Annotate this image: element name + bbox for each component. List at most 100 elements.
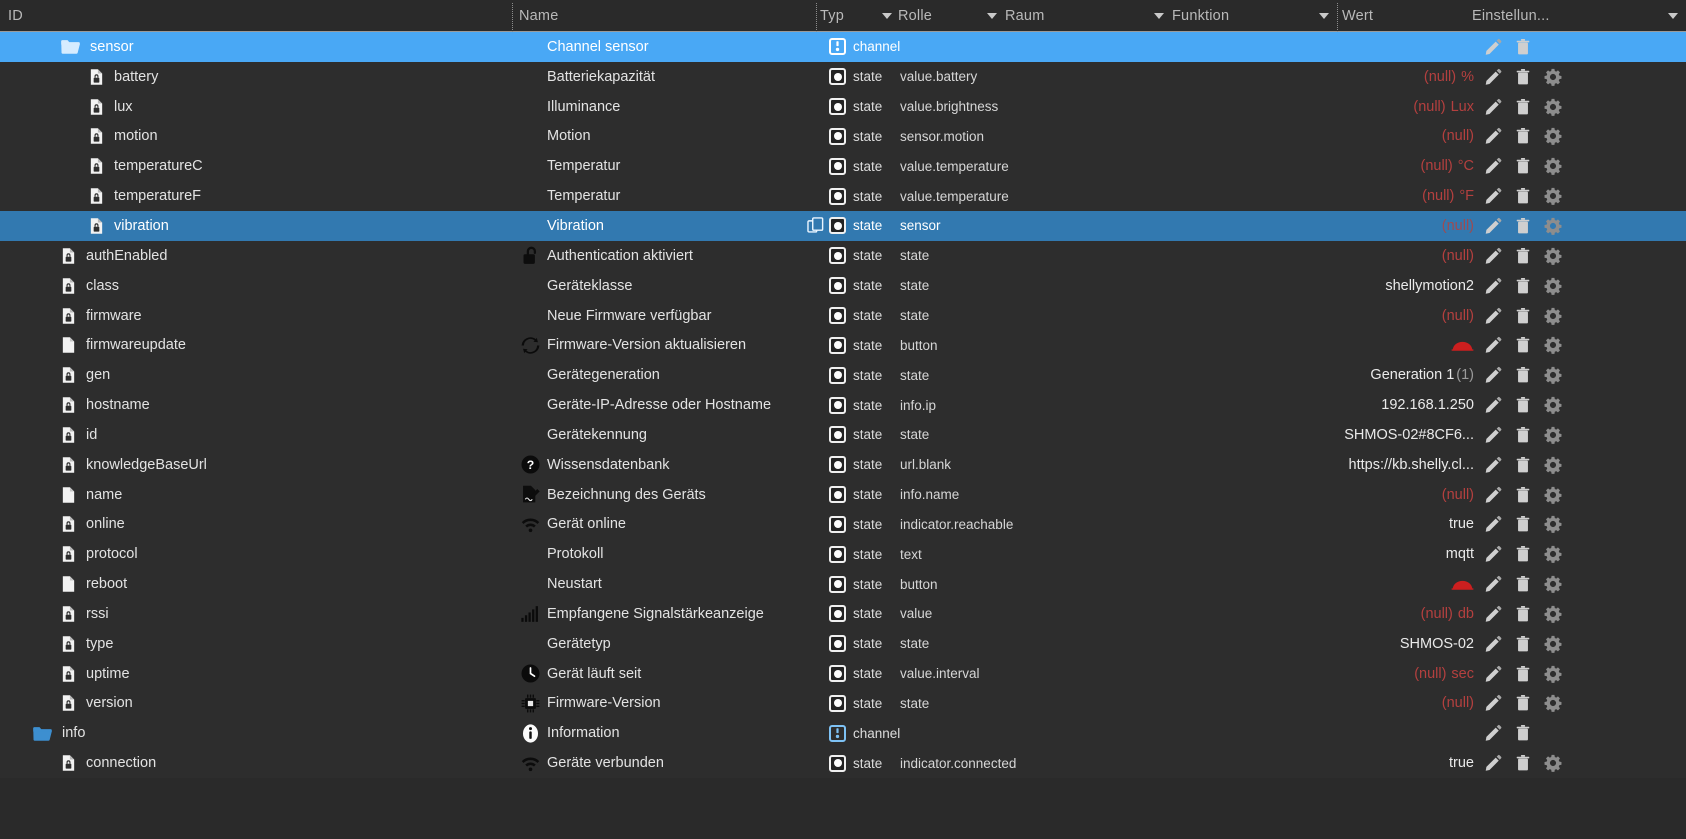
edit-pencil-icon[interactable] [1483,455,1502,474]
cell-id[interactable]: vibration [0,211,512,241]
cell-copy[interactable] [800,569,830,599]
cell-role[interactable]: indicator.reachable [900,510,1110,540]
delete-trash-icon[interactable] [1513,664,1532,683]
cell-name[interactable]: Protokoll [520,539,812,569]
cell-copy[interactable] [800,420,830,450]
red-button-indicator[interactable] [1451,339,1474,352]
table-row[interactable]: type Gerätetyp state state SHMOS-02 [0,628,1686,659]
cell-actions[interactable] [1478,390,1686,420]
cell-name[interactable]: Batteriekapazität [520,62,812,92]
edit-pencil-icon[interactable] [1483,575,1502,594]
cell-copy[interactable] [800,301,830,331]
cell-id[interactable]: type [0,629,512,659]
settings-gear-icon[interactable] [1543,694,1562,713]
cell-name[interactable]: Gerätetyp [520,629,812,659]
table-row[interactable]: firmwareupdate Firmware-Version aktualisi… [0,330,1686,361]
settings-gear-icon[interactable] [1543,246,1562,265]
settings-gear-icon[interactable] [1543,157,1562,176]
cell-id[interactable]: rssi [0,599,512,629]
red-button-indicator[interactable] [1451,578,1474,590]
settings-gear-icon[interactable] [1543,216,1562,235]
cell-copy[interactable] [800,241,830,271]
table-row[interactable]: firmware Neue Firmware verfügbar state stat… [0,300,1686,331]
cell-role[interactable]: sensor.motion [900,122,1110,152]
cell-value[interactable]: shellymotion2 [1160,271,1474,301]
cell-copy[interactable] [800,450,830,480]
cell-copy[interactable] [800,92,830,122]
cell-id[interactable]: motion [0,122,512,152]
delete-trash-icon[interactable] [1513,455,1532,474]
cell-copy[interactable] [800,122,830,152]
cell-name[interactable]: Authentication aktiviert [520,241,812,271]
cell-role[interactable]: value.battery [900,62,1110,92]
cell-actions[interactable] [1478,718,1686,748]
edit-pencil-icon[interactable] [1483,67,1502,86]
cell-role[interactable]: info.ip [900,390,1110,420]
edit-pencil-icon[interactable] [1483,425,1502,444]
cell-copy[interactable] [800,151,830,181]
cell-name[interactable]: Information [520,718,812,748]
cell-id[interactable]: battery [0,62,512,92]
settings-gear-icon[interactable] [1543,664,1562,683]
delete-trash-icon[interactable] [1513,604,1532,623]
cell-copy[interactable] [800,62,830,92]
delete-trash-icon[interactable] [1513,246,1532,265]
cell-value[interactable]: Generation 1 (1) [1160,360,1474,390]
cell-name[interactable]: Motion [520,122,812,152]
cell-role[interactable]: value.temperature [900,181,1110,211]
cell-name[interactable]: Gerät läuft seit [520,659,812,689]
cell-actions[interactable] [1478,122,1686,152]
cell-name[interactable]: Bezeichnung des Geräts [520,480,812,510]
settings-gear-icon[interactable] [1543,127,1562,146]
cell-id[interactable]: reboot [0,569,512,599]
cell-name[interactable]: Vibration [520,211,812,241]
cell-id[interactable]: id [0,420,512,450]
cell-value[interactable]: (null) [1160,301,1474,331]
cell-role[interactable]: state [900,241,1110,271]
edit-pencil-icon[interactable] [1483,216,1502,235]
table-row[interactable]: protocol Protokoll state text mqtt [0,539,1686,570]
delete-trash-icon[interactable] [1513,97,1532,116]
edit-pencil-icon[interactable] [1483,664,1502,683]
cell-name[interactable]: Geräte-IP-Adresse oder Hostname [520,390,812,420]
cell-value[interactable] [1160,32,1474,62]
cell-role[interactable]: state [900,271,1110,301]
chevron-down-icon[interactable] [1154,13,1164,19]
edit-pencil-icon[interactable] [1483,127,1502,146]
table-row[interactable]: id Gerätekennung state state SHMOS-02#8CF6..… [0,419,1686,450]
table-row[interactable]: vibration Vibration state sensor (null) [0,211,1686,241]
edit-pencil-icon[interactable] [1483,754,1502,773]
table-row[interactable]: rssi Empfangene Signalstärkeanzeige state v… [0,599,1686,629]
cell-role[interactable]: button [900,330,1110,360]
column-separator[interactable] [816,3,817,32]
delete-trash-icon[interactable] [1513,396,1532,415]
cell-id[interactable]: hostname [0,390,512,420]
cell-copy[interactable] [800,629,830,659]
cell-value[interactable]: (null) sec [1160,659,1474,689]
chevron-down-icon[interactable] [882,13,892,19]
cell-copy[interactable] [800,390,830,420]
cell-id[interactable]: sensor [0,32,512,62]
cell-name[interactable]: Geräteklasse [520,271,812,301]
column-header-typ[interactable]: Typ [820,0,898,32]
cell-copy[interactable] [800,480,830,510]
table-row[interactable]: info Information channel [0,718,1686,749]
cell-actions[interactable] [1478,211,1686,241]
cell-name[interactable]: Empfangene Signalstärkeanzeige [520,599,812,629]
cell-name[interactable]: Gerätegeneration [520,360,812,390]
delete-trash-icon[interactable] [1513,306,1532,325]
cell-value[interactable]: (null) [1160,122,1474,152]
cell-copy[interactable] [800,181,830,211]
edit-pencil-icon[interactable] [1483,157,1502,176]
settings-gear-icon[interactable] [1543,366,1562,385]
cell-actions[interactable] [1478,301,1686,331]
edit-pencil-icon[interactable] [1483,187,1502,206]
delete-trash-icon[interactable] [1513,485,1532,504]
table-row[interactable]: reboot Neustart state button [0,569,1686,600]
cell-role[interactable]: state [900,301,1110,331]
cell-name[interactable]: Geräte verbunden [520,748,812,778]
table-row[interactable]: name Bezeichnung des Geräts state info.name… [0,479,1686,510]
cell-value[interactable]: true [1160,748,1474,778]
table-row[interactable]: gen Gerätegeneration state state Generation … [0,360,1686,391]
edit-pencil-icon[interactable] [1483,694,1502,713]
